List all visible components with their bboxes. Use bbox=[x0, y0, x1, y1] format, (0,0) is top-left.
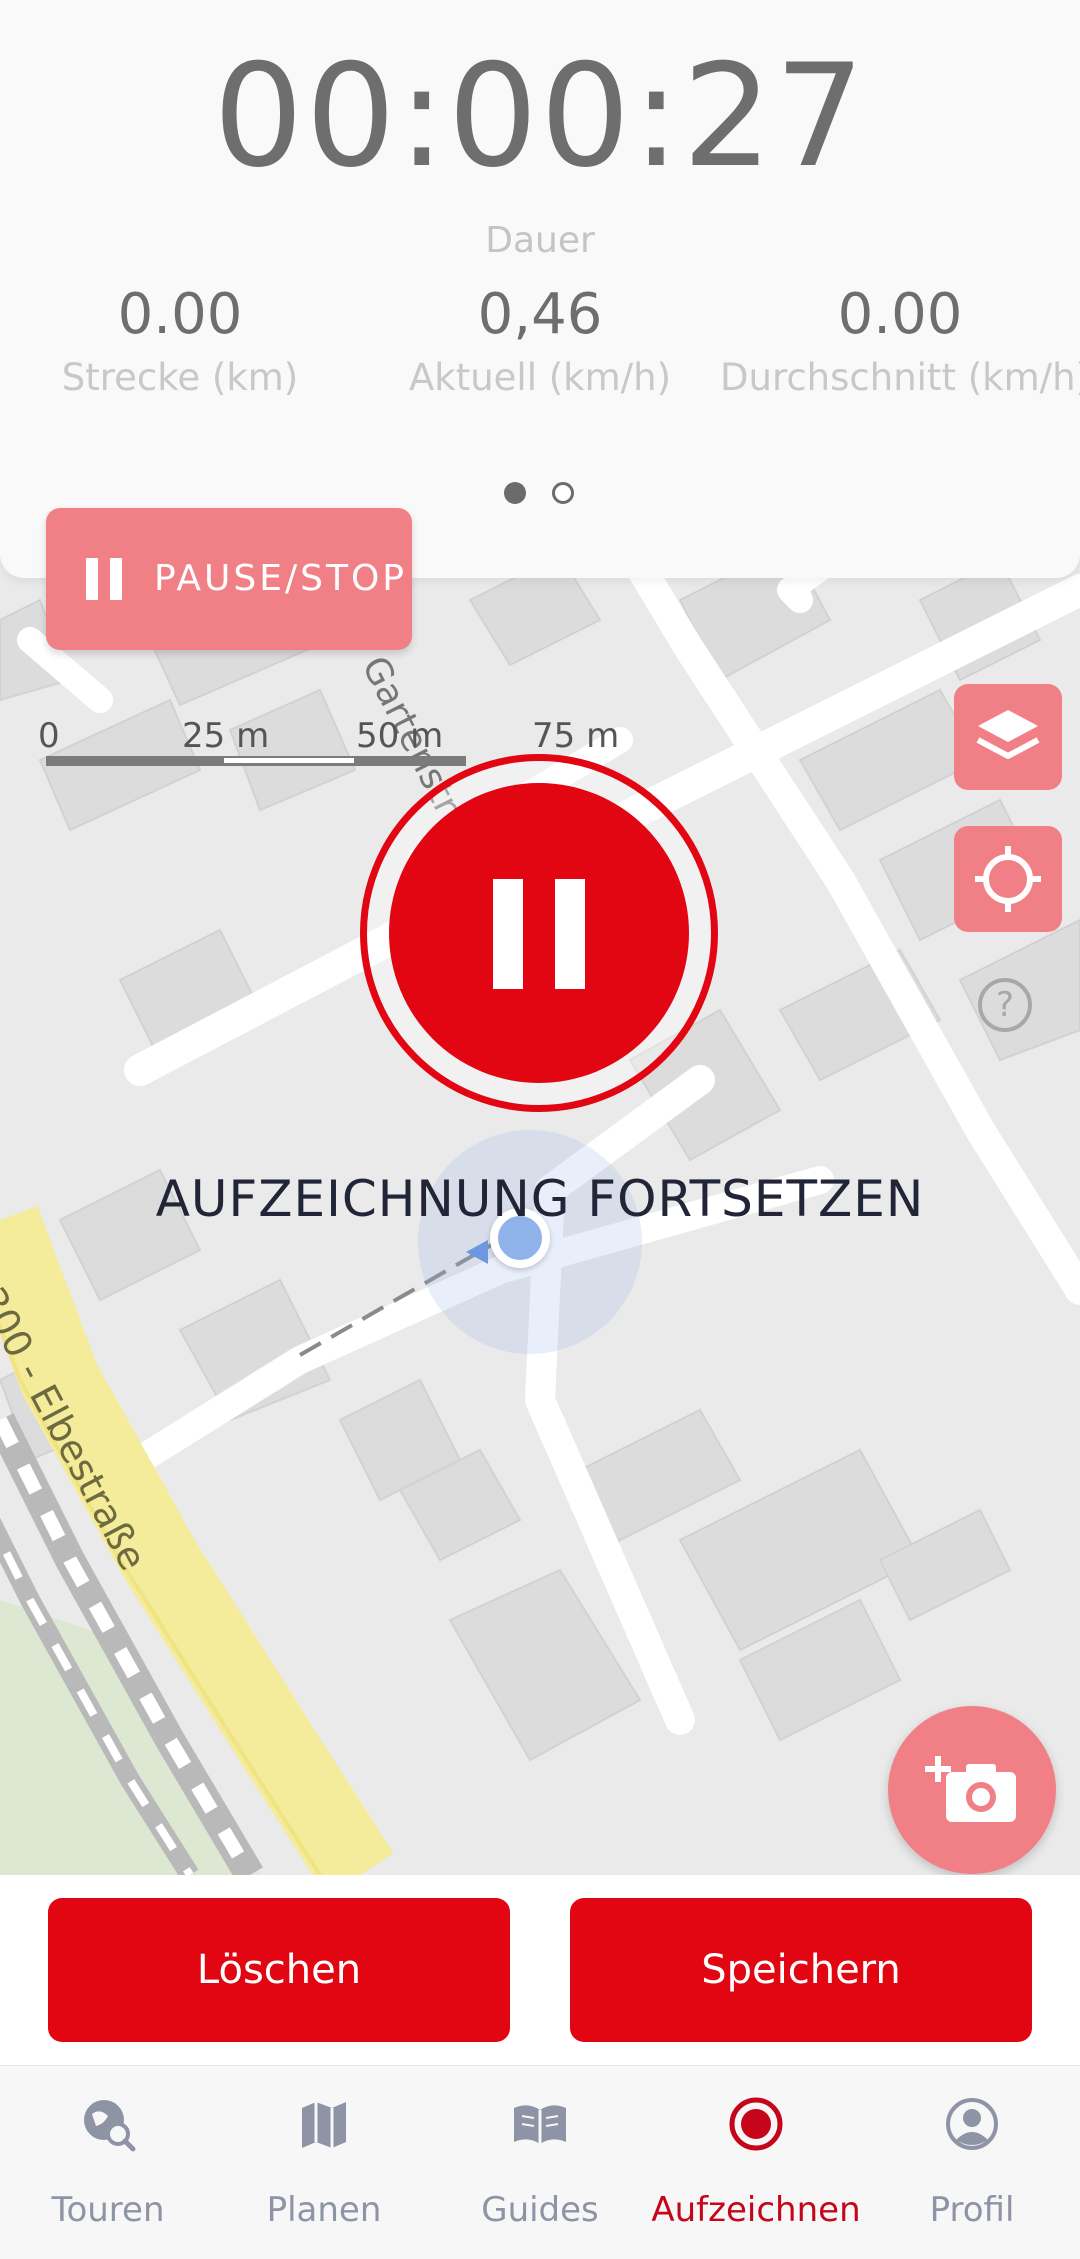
bottom-navigation: Touren Planen Guides Aufzeichnen Profil bbox=[0, 2065, 1080, 2259]
crosshair-icon bbox=[975, 846, 1041, 912]
nav-item-profil[interactable]: Profil bbox=[864, 2066, 1080, 2259]
current-speed-value: 0,46 bbox=[477, 282, 603, 347]
nav-item-planen[interactable]: Planen bbox=[216, 2066, 432, 2259]
resume-recording-label: AUFZEICHNUNG FORTSETZEN bbox=[155, 1170, 925, 1228]
nav-item-guides[interactable]: Guides bbox=[432, 2066, 648, 2259]
duration-label: Dauer bbox=[485, 220, 595, 261]
heading-arrow-icon bbox=[466, 1240, 488, 1264]
distance-stat: 0.00 Strecke (km) bbox=[0, 280, 360, 406]
average-speed-value: 0.00 bbox=[837, 282, 963, 347]
save-button[interactable]: Speichern bbox=[570, 1898, 1032, 2042]
distance-label: Strecke (km) bbox=[61, 356, 299, 399]
scale-label-75: 75 m bbox=[532, 716, 620, 756]
pause-icon-large bbox=[389, 783, 689, 1083]
locate-button[interactable] bbox=[954, 826, 1062, 932]
map-icon bbox=[302, 2102, 346, 2148]
nav-label-guides: Guides bbox=[481, 2190, 599, 2230]
page-dot-1[interactable] bbox=[504, 482, 526, 504]
scale-label-0: 0 bbox=[38, 716, 60, 756]
layers-icon bbox=[976, 710, 1040, 759]
resume-recording-button[interactable] bbox=[360, 754, 718, 1112]
add-photo-icon bbox=[925, 1756, 1016, 1822]
add-photo-button[interactable] bbox=[888, 1706, 1056, 1874]
nav-label-planen: Planen bbox=[266, 2190, 382, 2230]
user-icon bbox=[946, 2098, 998, 2150]
nav-item-aufzeichnen[interactable]: Aufzeichnen bbox=[648, 2066, 864, 2259]
globe-search-icon bbox=[84, 2100, 136, 2152]
nav-label-touren: Touren bbox=[51, 2190, 165, 2230]
help-icon[interactable]: ? bbox=[978, 978, 1032, 1032]
action-bar: Löschen Speichern bbox=[0, 1875, 1080, 2065]
distance-value: 0.00 bbox=[117, 282, 243, 347]
timer-display: 00:00:27 bbox=[213, 34, 867, 199]
stats-panel[interactable]: 00:00:27 Dauer 0.00 Strecke (km) 0,46 Ak… bbox=[0, 0, 1080, 578]
average-speed-label: Durchschnitt (km/h) bbox=[720, 356, 1080, 399]
page-dot-2[interactable] bbox=[552, 482, 574, 504]
scale-label-50: 50 m bbox=[356, 716, 444, 756]
pause-stop-label: PAUSE/STOP bbox=[154, 558, 407, 599]
book-icon bbox=[514, 2105, 566, 2144]
scale-bar-segment bbox=[224, 758, 354, 763]
pause-icon bbox=[86, 558, 126, 600]
pause-stop-button[interactable]: PAUSE/STOP bbox=[46, 508, 412, 650]
delete-button[interactable]: Löschen bbox=[48, 1898, 510, 2042]
nav-item-touren[interactable]: Touren bbox=[0, 2066, 216, 2259]
scale-label-25: 25 m bbox=[182, 716, 270, 756]
average-speed-stat: 0.00 Durchschnitt (km/h) bbox=[720, 280, 1080, 406]
current-speed-label: Aktuell (km/h) bbox=[408, 356, 672, 399]
nav-label-profil: Profil bbox=[929, 2190, 1015, 2230]
current-speed-stat: 0,46 Aktuell (km/h) bbox=[360, 280, 720, 406]
nav-label-aufzeichnen: Aufzeichnen bbox=[651, 2190, 861, 2230]
layers-button[interactable] bbox=[954, 684, 1062, 790]
record-icon bbox=[729, 2097, 783, 2151]
